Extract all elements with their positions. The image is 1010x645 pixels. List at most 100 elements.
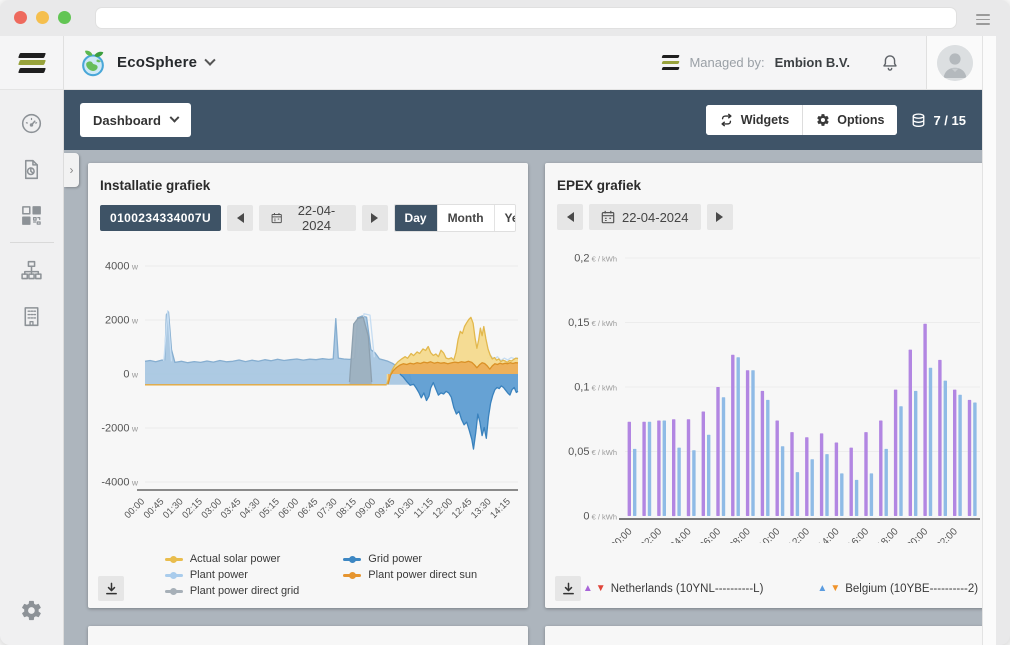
close-window-button[interactable] xyxy=(14,11,27,24)
svg-text:0 w: 0 w xyxy=(123,369,138,381)
range-tab-year[interactable]: Year xyxy=(494,205,516,231)
svg-text:18:00: 18:00 xyxy=(875,526,901,543)
embion-mini-logo xyxy=(662,55,679,70)
epex-chart[interactable]: 0,2 € / kWh0,15 € / kWh0,1 € / kWh0,05 €… xyxy=(553,238,982,543)
window-controls xyxy=(14,11,71,24)
svg-text:0,05 € / kWh: 0,05 € / kWh xyxy=(568,446,617,458)
range-tab-day[interactable]: Day xyxy=(395,205,437,231)
prev-date-button[interactable] xyxy=(227,205,253,231)
epex-legend: ▲▼Netherlands (10YNL----------L) ▲▼Belgiu… xyxy=(583,583,978,595)
sidebar-nav xyxy=(0,90,64,645)
widgets-button[interactable]: Widgets xyxy=(706,105,803,135)
svg-text:04:30: 04:30 xyxy=(238,496,263,521)
legend-item[interactable]: Actual solar power xyxy=(165,553,299,565)
minimize-window-button[interactable] xyxy=(36,11,49,24)
sidebar-item-report-document[interactable] xyxy=(0,146,64,192)
legend-label: Plant power xyxy=(190,569,248,581)
svg-text:09:00: 09:00 xyxy=(354,496,379,521)
legend-item[interactable]: Plant power xyxy=(165,569,299,581)
workspace-selector[interactable]: EcoSphere xyxy=(78,48,214,78)
svg-text:11:15: 11:15 xyxy=(412,496,436,520)
download-chart-button[interactable] xyxy=(98,576,124,601)
legend-marker xyxy=(165,574,183,577)
triangle-right-icon xyxy=(371,213,378,223)
dashboard-dropdown[interactable]: Dashboard xyxy=(80,103,191,137)
legend-item[interactable]: ▲▼Netherlands (10YNL----------L) xyxy=(583,583,764,595)
sidebar-item-settings-gear[interactable] xyxy=(0,587,64,633)
svg-text:0,2 € / kWh: 0,2 € / kWh xyxy=(574,253,617,265)
legend-label: Grid power xyxy=(368,553,422,565)
svg-text:12:00: 12:00 xyxy=(787,526,813,543)
sidebar-item-building[interactable] xyxy=(0,293,64,339)
widgets-icon xyxy=(719,113,734,127)
date-picker-button[interactable]: 22-04-2024 xyxy=(589,204,701,230)
legend-label: Plant power direct grid xyxy=(190,585,299,597)
svg-text:00:45: 00:45 xyxy=(142,496,167,521)
svg-text:0 € / kWh: 0 € / kWh xyxy=(583,511,617,523)
prev-date-button[interactable] xyxy=(557,204,583,230)
svg-text:14:00: 14:00 xyxy=(816,526,842,543)
svg-text:02:00: 02:00 xyxy=(639,526,665,543)
svg-text:03:00: 03:00 xyxy=(200,496,225,521)
svg-text:00:00: 00:00 xyxy=(609,526,635,543)
legend-label: Plant power direct sun xyxy=(368,569,477,581)
range-tab-month[interactable]: Month xyxy=(437,205,494,231)
user-menu[interactable] xyxy=(926,36,982,89)
dashboard-dropdown-label: Dashboard xyxy=(93,113,161,128)
widgets-button-label: Widgets xyxy=(741,113,790,127)
avatar xyxy=(937,45,973,81)
svg-text:08:00: 08:00 xyxy=(727,526,753,543)
brand-name: EcoSphere xyxy=(117,54,197,71)
card-title: Installatie grafiek xyxy=(100,178,516,193)
download-icon xyxy=(104,581,119,596)
range-tabs: DayMonthYear xyxy=(394,204,516,232)
legend-item[interactable]: ▲▼Belgium (10YBE----------2) xyxy=(817,583,978,595)
legend-label: Actual solar power xyxy=(190,553,281,565)
calendar-icon xyxy=(271,211,282,225)
svg-text:06:00: 06:00 xyxy=(698,526,724,543)
svg-text:03:45: 03:45 xyxy=(219,496,244,521)
installatie-legend: Actual solar power Plant power Plant power… xyxy=(165,553,477,597)
settings-gear-icon xyxy=(20,599,43,622)
managed-by-label: Managed by: xyxy=(689,55,764,70)
svg-text:10:00: 10:00 xyxy=(757,526,783,543)
page-scrollbar[interactable] xyxy=(982,36,996,645)
legend-item[interactable]: Grid power xyxy=(343,553,477,565)
app-window: EcoSphere Managed by: Embion B.V. xyxy=(0,0,1010,645)
notifications-bell-icon[interactable] xyxy=(880,52,900,74)
options-button[interactable]: Options xyxy=(802,105,897,135)
gear-icon xyxy=(816,113,830,127)
legend-marker xyxy=(343,574,361,577)
managed-by: Managed by: Embion B.V. xyxy=(662,55,850,70)
maximize-window-button[interactable] xyxy=(58,11,71,24)
triangle-down-icon: ▼ xyxy=(596,584,606,594)
sidebar-item-widgets-grid[interactable] xyxy=(0,192,64,238)
svg-text:16:00: 16:00 xyxy=(846,526,872,543)
report-document-icon xyxy=(20,158,43,181)
svg-text:2000 w: 2000 w xyxy=(105,315,139,327)
legend-marker xyxy=(165,558,183,561)
svg-text:12:00: 12:00 xyxy=(431,496,456,521)
download-chart-button[interactable] xyxy=(555,576,581,601)
options-button-label: Options xyxy=(837,113,884,127)
triangle-down-icon: ▼ xyxy=(830,584,840,594)
legend-item[interactable]: Plant power direct sun xyxy=(343,569,477,581)
dashboard-content: › Installatie grafiek 0100234334007U xyxy=(64,150,982,645)
address-bar[interactable] xyxy=(95,7,957,29)
device-id-badge[interactable]: 0100234334007U xyxy=(100,205,221,231)
svg-text:12:45: 12:45 xyxy=(450,496,475,521)
card-title: EPEX grafiek xyxy=(557,178,978,193)
browser-menu-icon[interactable] xyxy=(976,14,990,25)
sidebar-expander[interactable]: › xyxy=(64,153,79,187)
installatie-chart[interactable]: 4000 w2000 w0 w-2000 w-4000 w00:0000:450… xyxy=(96,240,520,540)
next-date-button[interactable] xyxy=(362,205,388,231)
date-picker-button[interactable]: 22-04-2024 xyxy=(259,205,356,231)
svg-text:20:00: 20:00 xyxy=(905,526,931,543)
triangle-right-icon xyxy=(716,212,723,222)
next-date-button[interactable] xyxy=(707,204,733,230)
sidebar-item-sitemap[interactable] xyxy=(0,247,64,293)
svg-text:00:00: 00:00 xyxy=(123,496,148,521)
sidebar-item-dashboard-gauge[interactable] xyxy=(0,100,64,146)
svg-text:4000 w: 4000 w xyxy=(105,261,139,273)
legend-item[interactable]: Plant power direct grid xyxy=(165,585,299,597)
